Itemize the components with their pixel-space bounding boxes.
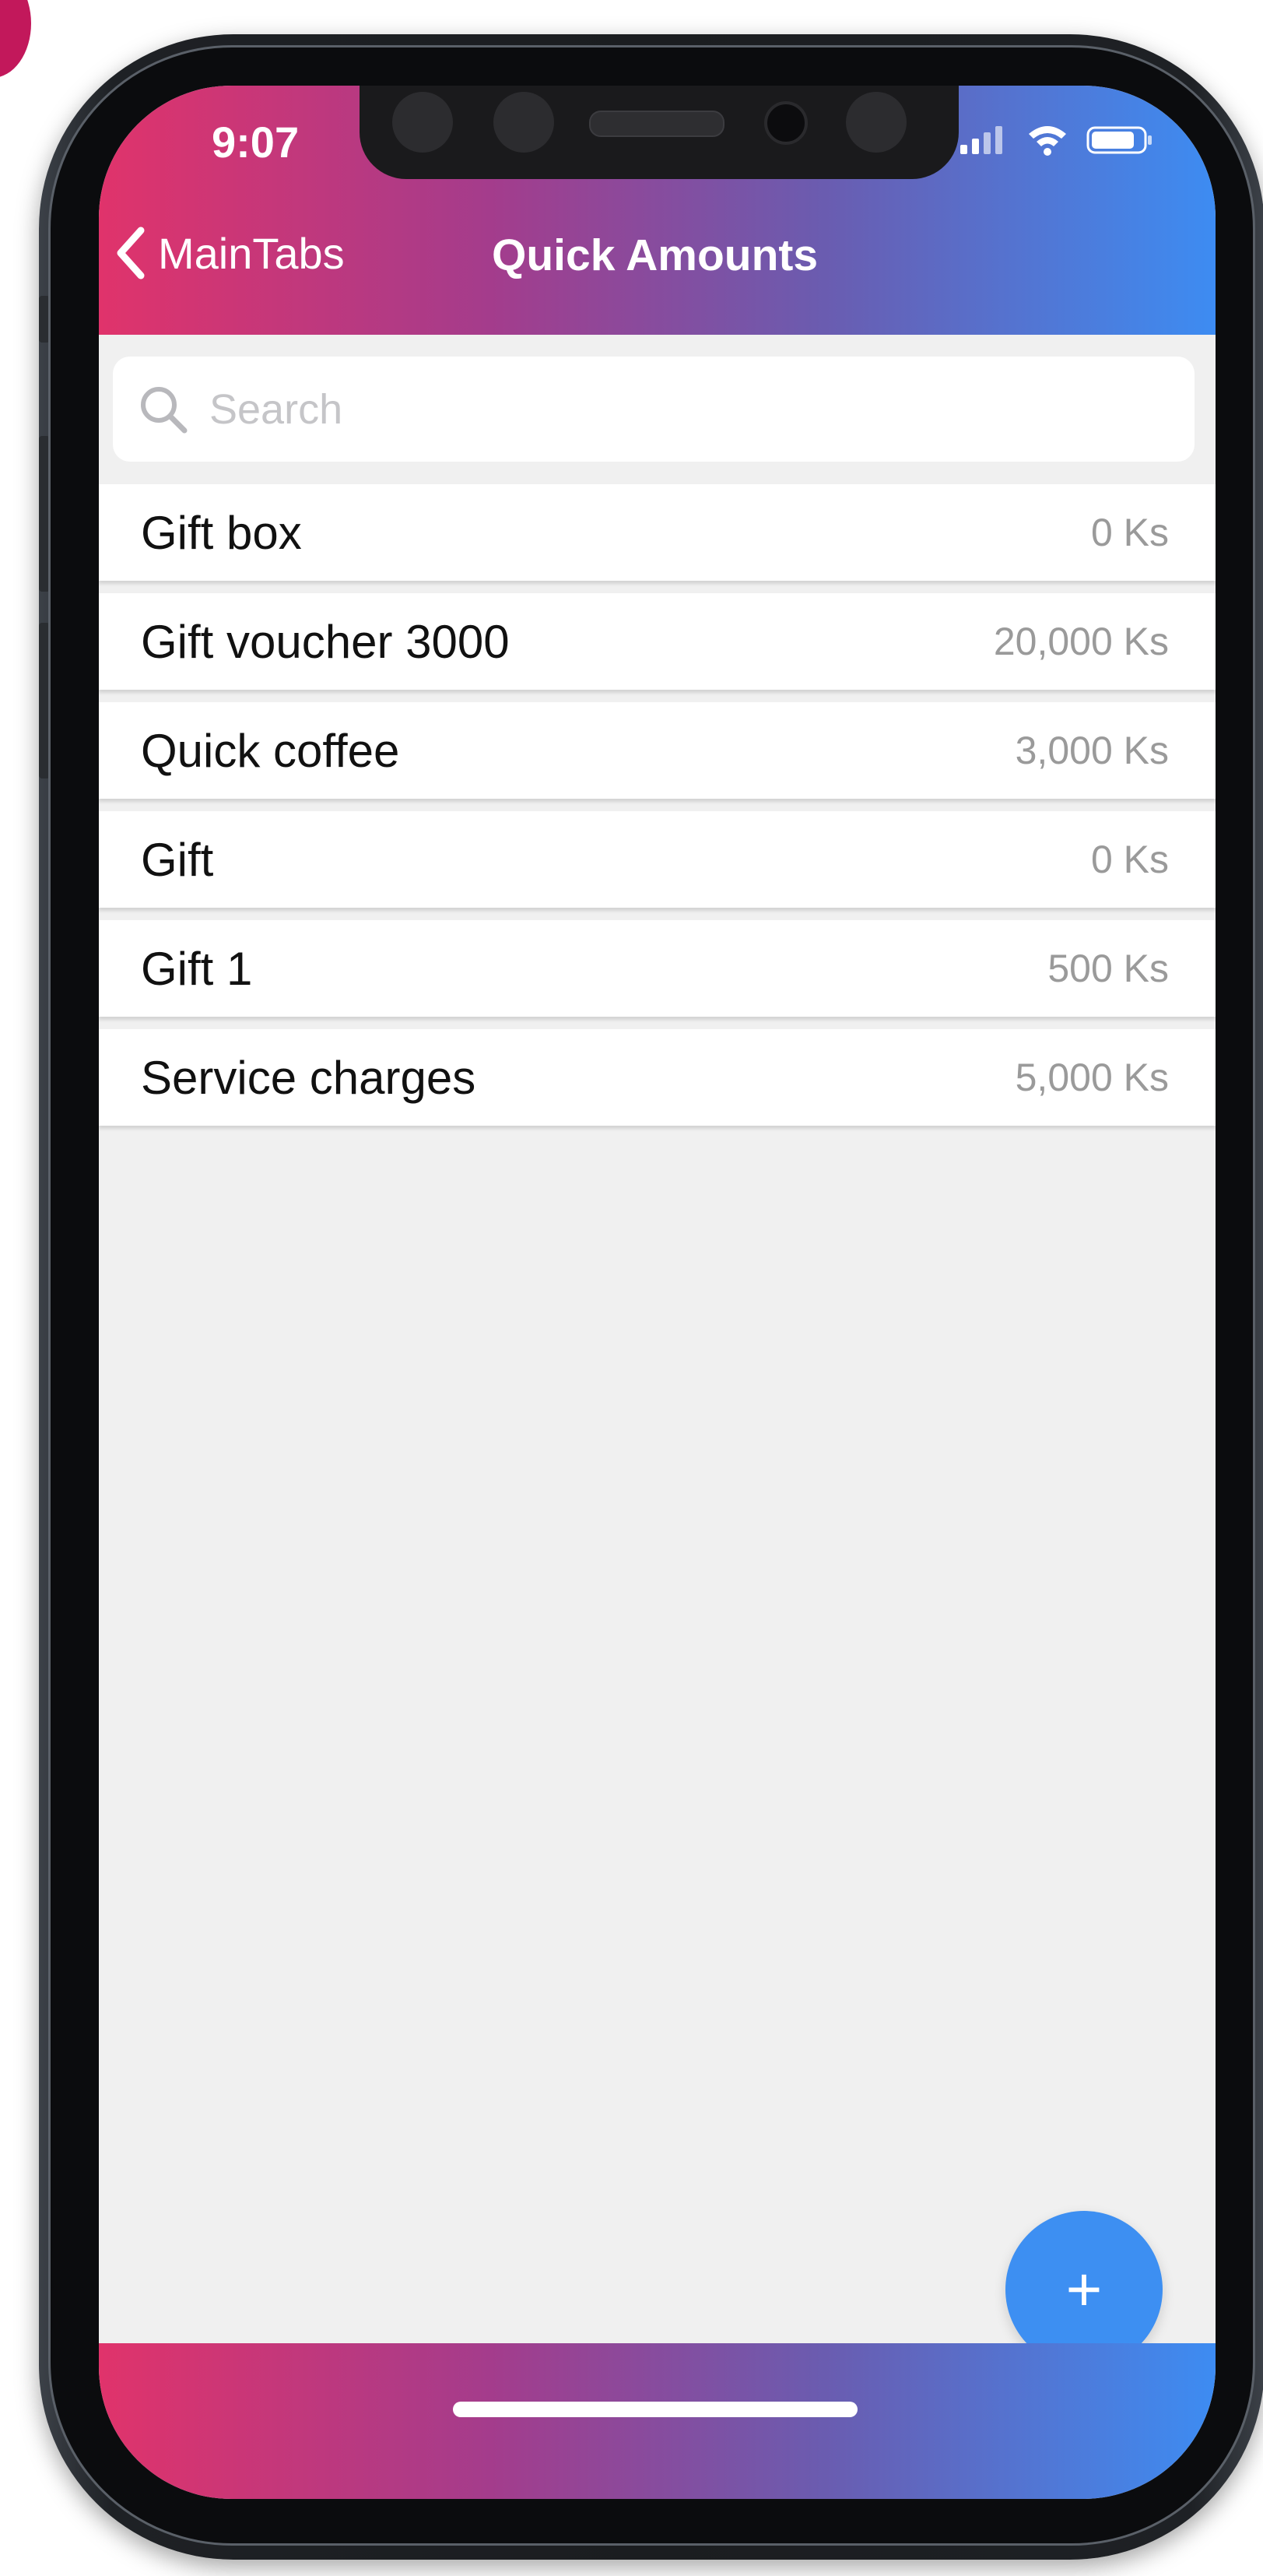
item-amount: 0 Ks xyxy=(1090,511,1169,554)
list-item[interactable]: Quick coffee 3,000 Ks xyxy=(99,702,1216,799)
notch-speaker xyxy=(589,111,724,137)
search-bar[interactable] xyxy=(113,357,1195,462)
status-icons xyxy=(959,123,1153,157)
back-chevron-icon xyxy=(117,227,145,279)
page: 9:07 MainTabs Quick Amounts Search Gift … xyxy=(0,0,1263,2576)
notch-sensor xyxy=(493,92,554,153)
list-item[interactable]: Service charges 5,000 Ks xyxy=(99,1029,1216,1126)
notch-sensor xyxy=(392,92,453,153)
item-name: Gift 1 xyxy=(141,942,253,995)
nav-header: 9:07 MainTabs Quick Amounts xyxy=(99,86,1216,335)
list-item[interactable]: Gift box 0 Ks xyxy=(99,484,1216,581)
back-button-label: MainTabs xyxy=(158,228,345,278)
notch xyxy=(360,86,959,179)
quick-amounts-list: Gift box 0 Ks Gift voucher 3000 20,000 K… xyxy=(99,484,1216,1138)
item-amount: 20,000 Ks xyxy=(993,620,1169,663)
item-name: Gift voucher 3000 xyxy=(141,615,510,668)
list-item[interactable]: Gift 1 500 Ks xyxy=(99,920,1216,1017)
search-icon xyxy=(141,386,188,433)
footer-bar xyxy=(99,2343,1216,2499)
list-item[interactable]: Gift 0 Ks xyxy=(99,811,1216,908)
notch-sensor xyxy=(846,92,907,153)
item-amount: 5,000 Ks xyxy=(1015,1056,1169,1099)
item-name: Gift box xyxy=(141,506,302,559)
home-indicator[interactable] xyxy=(453,2402,858,2417)
signal-icon xyxy=(960,126,1002,154)
status-time: 9:07 xyxy=(212,118,300,167)
notch-camera xyxy=(764,101,808,145)
decorative-blob xyxy=(0,0,31,78)
page-title: Quick Amounts xyxy=(492,230,819,280)
back-button[interactable]: MainTabs xyxy=(114,222,345,284)
item-name: Service charges xyxy=(141,1051,476,1104)
list-item[interactable]: Gift voucher 3000 20,000 Ks xyxy=(99,593,1216,690)
item-name: Gift xyxy=(141,833,214,886)
screen: 9:07 MainTabs Quick Amounts Search Gift … xyxy=(99,86,1216,2499)
wifi-icon xyxy=(1029,126,1066,156)
item-amount: 3,000 Ks xyxy=(1015,729,1169,772)
plus-icon: + xyxy=(1065,2254,1103,2324)
battery-icon xyxy=(1086,126,1152,154)
item-name: Quick coffee xyxy=(141,724,400,777)
item-amount: 0 Ks xyxy=(1090,838,1169,881)
item-amount: 500 Ks xyxy=(1047,947,1169,990)
search-input[interactable] xyxy=(208,384,1145,434)
